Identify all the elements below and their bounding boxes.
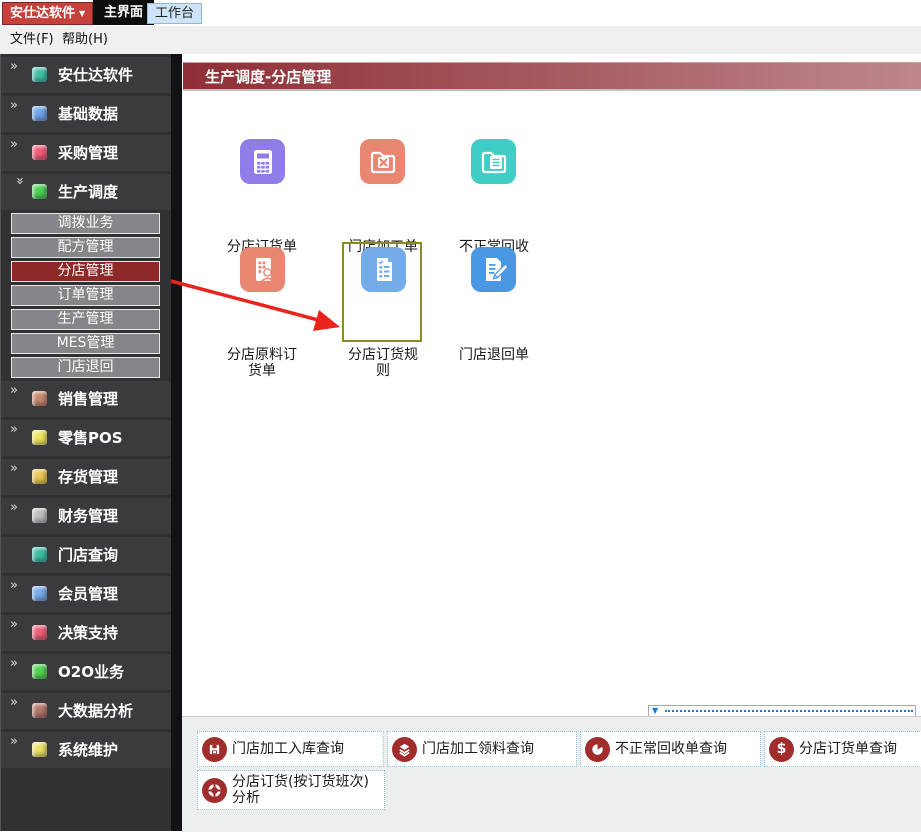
analysis-branch-order-by-shift[interactable]: 分店订货(按订货班次)分析 <box>197 770 385 810</box>
submenu-item-orders[interactable]: 订单管理 <box>11 285 160 306</box>
submenu-item-production[interactable]: 生产管理 <box>11 309 160 330</box>
submenu-item-transfer[interactable]: 调拨业务 <box>11 213 160 234</box>
module-icon <box>32 145 47 160</box>
pie-chart-icon <box>585 736 610 762</box>
sidebar-group-retail-pos[interactable]: » 零售POS <box>1 420 171 456</box>
caret-down-icon: ▼ <box>79 9 86 18</box>
module-icon <box>32 430 47 445</box>
chevron-right-icon: » <box>10 98 18 113</box>
splitter-dotted-track <box>665 710 913 712</box>
shortcut-abnormal-recovery[interactable] <box>471 139 516 184</box>
app-menu-label: 安仕达软件 <box>10 6 76 21</box>
app-menu-button[interactable]: 安仕达软件 ▼ <box>2 2 94 25</box>
sidebar-group-inventory[interactable]: » 存货管理 <box>1 459 171 495</box>
sidebar-nav: » 安仕达软件 » 基础数据 » 采购管理 » 生产调度 调拨业务 配方管理 分… <box>0 54 171 831</box>
submenu-item-branch-selected[interactable]: 分店管理 <box>11 261 160 282</box>
save-icon <box>202 736 227 762</box>
module-icon <box>32 625 47 640</box>
main-content: 生产调度-分店管理 分店订货单 门店加工单 不正常回收单 <box>182 54 921 716</box>
submenu-item-store-return[interactable]: 门店退回 <box>11 357 160 378</box>
module-icon <box>32 742 47 757</box>
sidebar-group-sales[interactable]: » 销售管理 <box>1 381 171 417</box>
module-icon <box>32 391 47 406</box>
sidebar-group-anshida[interactable]: » 安仕达软件 <box>1 57 171 93</box>
document-person-icon <box>255 257 275 282</box>
sidebar-group-decision[interactable]: » 决策支持 <box>1 615 171 651</box>
module-icon <box>32 106 47 121</box>
query-abnormal-recovery[interactable]: 不正常回收单查询 <box>580 731 761 767</box>
splitter-handle-icon: ▼ <box>652 706 659 715</box>
module-icon <box>32 67 47 82</box>
chevron-right-icon: » <box>10 461 18 476</box>
shortcut-branch-order-rules[interactable] <box>361 247 406 292</box>
chevron-down-icon: » <box>12 177 27 183</box>
shortcut-branch-order[interactable] <box>240 139 285 184</box>
chevron-right-icon: » <box>10 500 18 515</box>
chevron-right-icon: » <box>10 617 18 632</box>
shortcut-label[interactable]: 门店退回单 <box>454 347 534 363</box>
module-icon <box>32 508 47 523</box>
chevron-right-icon: » <box>10 695 18 710</box>
tab-main-view[interactable]: 主界面 <box>93 0 155 25</box>
folder-document-icon <box>481 151 506 173</box>
sidebar-group-production-expanded[interactable]: » 生产调度 <box>1 174 171 210</box>
submenu-item-recipe[interactable]: 配方管理 <box>11 237 160 258</box>
chevron-right-icon: » <box>10 59 18 74</box>
chevron-right-icon: » <box>10 656 18 671</box>
query-store-processing-picking[interactable]: 门店加工领料查询 <box>387 731 577 767</box>
page-title: 生产调度-分店管理 <box>183 62 921 91</box>
sidebar-group-members[interactable]: » 会员管理 <box>1 576 171 612</box>
menu-file[interactable]: 文件(F) <box>4 26 60 54</box>
sidebar-group-basic-data[interactable]: » 基础数据 <box>1 96 171 132</box>
dollar-icon: $ <box>769 736 794 762</box>
module-icon <box>32 664 47 679</box>
module-icon <box>32 184 47 199</box>
shortcut-branch-material-order[interactable] <box>240 247 285 292</box>
chevron-right-icon: » <box>10 734 18 749</box>
sidebar-group-o2o[interactable]: » O2O业务 <box>1 654 171 690</box>
document-checklist-icon <box>376 257 392 281</box>
sidebar-group-store-query[interactable]: 门店查询 <box>1 537 171 573</box>
document-pencil-icon <box>485 257 508 281</box>
module-icon <box>32 703 47 718</box>
chevron-right-icon: » <box>10 383 18 398</box>
tab-strip: 安仕达软件 ▼ 主界面 工作台 <box>0 0 921 26</box>
chevron-right-icon: » <box>10 578 18 593</box>
sidebar-splitter[interactable] <box>171 54 182 831</box>
shortcut-store-processing[interactable] <box>360 139 405 184</box>
module-icon <box>32 469 47 484</box>
folder-tools-icon <box>370 151 395 173</box>
module-icon <box>32 547 47 562</box>
chevron-right-icon: » <box>10 422 18 437</box>
production-submenu: 调拨业务 配方管理 分店管理 订单管理 生产管理 MES管理 门店退回 <box>1 213 171 378</box>
menu-bar: 文件(F) 帮助(H) <box>0 26 921 55</box>
chevron-right-icon: » <box>10 137 18 152</box>
submenu-item-mes[interactable]: MES管理 <box>11 333 160 354</box>
layers-icon <box>392 736 417 762</box>
shortcut-label[interactable]: 分店订货规则 <box>343 347 423 379</box>
tab-workbench[interactable]: 工作台 <box>147 3 203 24</box>
sidebar-group-bigdata[interactable]: » 大数据分析 <box>1 693 171 729</box>
module-icon <box>32 586 47 601</box>
target-icon <box>202 777 227 803</box>
sidebar-group-purchasing[interactable]: » 采购管理 <box>1 135 171 171</box>
bottom-panel: 门店加工入库查询 门店加工领料查询 不正常回收单查询 $ 分店订货单查询 分店订… <box>182 716 921 832</box>
shortcut-label[interactable]: 分店原料订货单 <box>222 347 302 379</box>
shortcut-store-return-order[interactable] <box>471 247 516 292</box>
sidebar-group-finance[interactable]: » 财务管理 <box>1 498 171 534</box>
menu-help[interactable]: 帮助(H) <box>56 26 114 54</box>
calculator-icon <box>253 149 272 174</box>
sidebar-group-maintenance[interactable]: » 系统维护 <box>1 732 171 768</box>
query-branch-order[interactable]: $ 分店订货单查询 <box>764 731 921 767</box>
query-store-processing-inbound[interactable]: 门店加工入库查询 <box>197 731 384 767</box>
